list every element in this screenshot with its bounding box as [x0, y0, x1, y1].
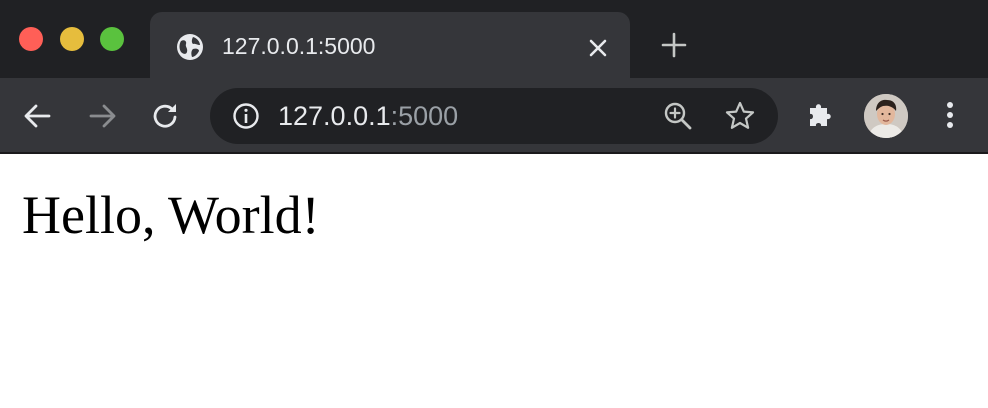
- tab-active[interactable]: 127.0.0.1:5000: [150, 12, 630, 78]
- window-close-button[interactable]: [19, 27, 43, 51]
- window-minimize-button[interactable]: [60, 27, 84, 51]
- profile-photo: [864, 94, 908, 138]
- url-text[interactable]: 127.0.0.1:5000: [278, 100, 458, 132]
- avatar[interactable]: [864, 94, 908, 138]
- star-icon[interactable]: [724, 100, 756, 132]
- url-port: :5000: [390, 101, 459, 131]
- globe-icon: [177, 34, 203, 60]
- page-heading: Hello, World!: [22, 185, 320, 245]
- url-host: 127.0.0.1: [278, 101, 391, 131]
- arrow-right-icon[interactable]: [86, 100, 118, 132]
- toolbar: 127.0.0.1:5000: [0, 78, 988, 154]
- address-bar[interactable]: 127.0.0.1:5000: [210, 88, 778, 144]
- browser-window: 127.0.0.1:5000 127.0.0.1:5000 Hello, Wor…: [0, 0, 988, 408]
- arrow-left-icon[interactable]: [22, 100, 54, 132]
- puzzle-icon[interactable]: [804, 98, 838, 132]
- page-content: Hello, World!: [0, 154, 988, 408]
- more-vert-icon[interactable]: [938, 98, 962, 132]
- zoom-in-icon[interactable]: [662, 100, 694, 132]
- window-maximize-button[interactable]: [100, 27, 124, 51]
- plus-icon[interactable]: [660, 31, 688, 59]
- close-icon[interactable]: [584, 34, 612, 62]
- tab-strip: 127.0.0.1:5000: [0, 0, 988, 78]
- reload-icon[interactable]: [150, 100, 182, 132]
- info-icon[interactable]: [232, 102, 260, 130]
- tab-title: 127.0.0.1:5000: [222, 33, 376, 59]
